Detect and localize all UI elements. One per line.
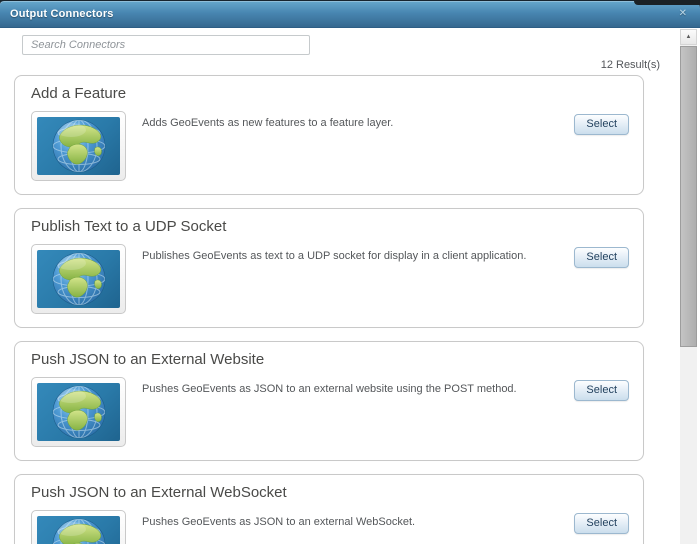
page-background-corner bbox=[634, 0, 700, 5]
select-button[interactable]: Select bbox=[574, 380, 629, 401]
connector-description: Publishes GeoEvents as text to a UDP soc… bbox=[142, 250, 527, 262]
connector-card-publish-text-udp: Publish Text to a UDP Socket Publishes G… bbox=[14, 208, 644, 328]
select-button[interactable]: Select bbox=[574, 247, 629, 268]
dialog-content: 12 Result(s) Add a Feature Adds GeoEvent… bbox=[0, 27, 700, 544]
connector-title: Push JSON to an External WebSocket bbox=[31, 484, 287, 501]
connector-card-add-a-feature: Add a Feature Adds GeoEvents as new feat… bbox=[14, 75, 644, 195]
connector-title: Publish Text to a UDP Socket bbox=[31, 218, 227, 235]
connector-title: Push JSON to an External Website bbox=[31, 351, 265, 368]
connector-title: Add a Feature bbox=[31, 85, 127, 102]
globe-icon bbox=[37, 250, 120, 308]
vertical-scrollbar[interactable]: ▲ bbox=[680, 29, 697, 544]
globe-icon bbox=[37, 383, 120, 441]
scroll-up-icon[interactable]: ▲ bbox=[680, 29, 697, 45]
dialog-titlebar: Output Connectors ✕ bbox=[0, 0, 700, 27]
connector-thumbnail bbox=[31, 111, 126, 181]
select-button[interactable]: Select bbox=[574, 513, 629, 534]
globe-icon bbox=[37, 117, 120, 175]
connector-thumbnail bbox=[31, 510, 126, 544]
connector-thumbnail bbox=[31, 244, 126, 314]
connector-card-push-json-website: Push JSON to an External Website Pushes … bbox=[14, 341, 644, 461]
connector-thumbnail bbox=[31, 377, 126, 447]
connector-description: Adds GeoEvents as new features to a feat… bbox=[142, 117, 394, 129]
globe-icon bbox=[37, 516, 120, 544]
connector-list: Add a Feature Adds GeoEvents as new feat… bbox=[14, 75, 644, 544]
connector-description: Pushes GeoEvents as JSON to an external … bbox=[142, 516, 416, 528]
output-connectors-dialog: Output Connectors ✕ 12 Result(s) Add a F… bbox=[0, 0, 700, 544]
connector-description: Pushes GeoEvents as JSON to an external … bbox=[142, 383, 517, 395]
scrollbar-thumb[interactable] bbox=[680, 46, 697, 347]
connector-card-push-json-websocket: Push JSON to an External WebSocket Pushe… bbox=[14, 474, 644, 544]
dialog-title: Output Connectors bbox=[10, 8, 114, 20]
search-input[interactable] bbox=[22, 35, 310, 55]
results-count: 12 Result(s) bbox=[600, 59, 660, 71]
select-button[interactable]: Select bbox=[574, 114, 629, 135]
close-icon[interactable]: ✕ bbox=[676, 7, 690, 21]
